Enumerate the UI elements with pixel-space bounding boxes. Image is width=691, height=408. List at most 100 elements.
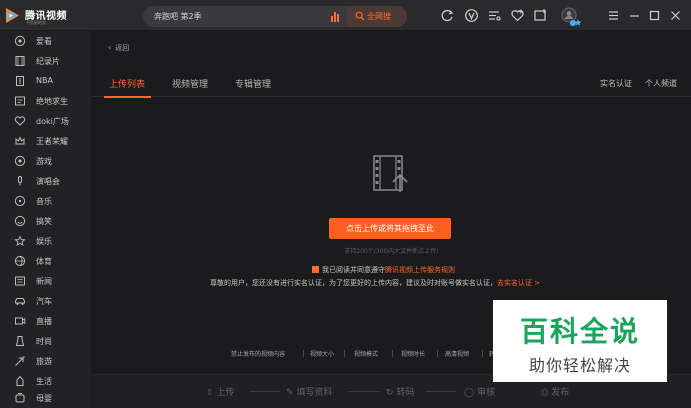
agree-text: 我已阅读并同意遵守 [322,266,385,274]
upload-button[interactable]: 点击上传或将其拖拽至此 [329,218,451,239]
sidebar-item-label: 母婴 [36,394,52,403]
sidebar-item-label: 游戏 [36,157,52,166]
sidebar-item-concert[interactable]: 演唱会 [0,171,92,191]
rule-divider [392,350,393,357]
baby-icon [14,392,26,404]
refresh-icon[interactable] [440,8,455,23]
car-icon [14,295,26,307]
tab-album-management[interactable]: 专辑管理 [235,77,271,90]
search-all-button[interactable]: 全网搜 [347,6,407,27]
search-input[interactable]: 奔跑吧 第2季 [154,11,202,22]
film-icon [14,55,26,67]
sidebar-item-nba[interactable]: NBA [0,71,92,91]
step-fill-info: ✎ 填写资料 [286,385,333,398]
publish-icon: ⎙ [541,388,549,398]
agreement-row[interactable]: 我已阅读并同意遵守腾讯视频上传服务规则 [312,265,455,275]
sidebar-item-honor-of-kings[interactable]: 王者荣耀 [0,131,92,151]
sidebar-item-fashion[interactable]: 时尚 [0,331,92,351]
crown-icon [14,135,26,147]
music-icon [14,195,26,207]
sidebar-item-cars[interactable]: 汽车 [0,291,92,311]
sidebar-item-label: 直播 [36,317,52,326]
user-avatar-icon[interactable] [560,6,582,28]
sidebar-item-music[interactable]: 音乐 [0,191,92,211]
review-icon: ◯ [464,388,475,398]
smile-icon [14,215,26,227]
tab-bar: 上传列表 视频管理 专辑管理 实名认证 个人频道 [92,69,691,98]
watermark-title: 百科全说 [519,315,640,348]
close-icon[interactable] [668,8,683,23]
sidebar-item-sports[interactable]: 体育 [0,251,92,271]
heart-add-icon[interactable] [510,8,525,23]
playlist-icon[interactable] [487,8,502,23]
sidebar-item-pubg[interactable]: 绝地求生 [0,91,92,111]
upload-support-text: 支持200个/30G内大文件断点上传! [344,248,439,255]
search-button-label: 全网搜 [367,12,391,21]
notice-text: 尊敬的用户，您还没有进行实名认证，为了您更好的上传内容，建议及时对账号做实名认证… [210,279,497,287]
ball-icon [14,255,26,267]
star-icon [14,235,26,247]
sidebar-item-label: 娱乐 [36,237,52,246]
real-name-notice: 尊敬的用户，您还没有进行实名认证，为了您更好的上传内容，建议及时对账号做实名认证… [210,278,540,288]
rule-link[interactable]: 视频模式 [354,349,378,358]
download-icon[interactable] [533,8,548,23]
tab-upload-list[interactable]: 上传列表 [109,77,145,90]
rule-link[interactable]: 视频时长 [401,349,425,358]
title-bar: 腾讯视频 不负好时光 奔跑吧 第2季 全网搜 [0,0,691,31]
sidebar-item-label: NBA [36,76,53,85]
app-logo[interactable]: 腾讯视频 不负好时光 [4,5,84,27]
vip-icon[interactable] [464,8,479,23]
sidebar-item-label: 体育 [36,257,52,266]
sidebar-item-doki[interactable]: doki广场 [0,111,92,131]
sidebar-item-label: 纪录片 [36,57,60,66]
step-transcode: ↻ 转码 [386,385,415,398]
upload-rules-link[interactable]: 腾讯视频上传服务规则 [385,266,455,274]
real-name-auth-link[interactable]: 实名认证 [600,78,632,89]
sidebar: 爱看 纪录片 NBA 绝地求生 doki广场 王者荣耀 游戏 演唱会 音乐 搞笑… [0,31,92,408]
menu-icon[interactable] [606,8,621,23]
step-connector [250,391,280,392]
sidebar-item-funny[interactable]: 搞笑 [0,211,92,231]
nba-icon [14,75,26,87]
rule-divider [482,350,483,357]
sidebar-item-games[interactable]: 游戏 [0,151,92,171]
step-connector [426,391,456,392]
sidebar-item-label: 新闻 [36,277,52,286]
search-bar[interactable]: 奔跑吧 第2季 全网搜 [143,6,407,27]
rule-divider [344,350,345,357]
step-label: 填写资料 [296,388,333,398]
gamepad-icon [14,155,26,167]
rule-link[interactable]: 禁止发布的视频内容 [231,349,285,358]
maximize-icon[interactable] [647,8,662,23]
agree-checkbox[interactable] [312,266,319,273]
rule-link[interactable]: 视频大小 [310,349,334,358]
go-real-name-link[interactable]: 去实名认证 > [497,279,540,287]
sidebar-item-label: 爱看 [36,37,52,46]
sidebar-item-travel[interactable]: 旅游 [0,351,92,371]
sidebar-item-label: 时尚 [36,337,52,346]
app-slogan: 不负好时光 [26,20,46,25]
rule-link[interactable]: 高清视频 [445,349,469,358]
sidebar-item-news[interactable]: 新闻 [0,271,92,291]
minimize-icon[interactable] [627,8,642,23]
tab-video-management[interactable]: 视频管理 [172,77,208,90]
step-label: 转码 [396,388,415,398]
rule-divider [303,350,304,357]
step-label: 审核 [477,388,496,398]
step-publish: ⎙ 发布 [541,385,569,398]
sidebar-item-label: 王者荣耀 [36,137,68,146]
sidebar-item-parenting[interactable]: 母婴 [0,388,92,408]
step-connector [348,391,380,392]
sidebar-item-aikan[interactable]: 爱看 [0,31,92,51]
rule-divider [437,350,438,357]
sidebar-item-live[interactable]: 直播 [0,311,92,331]
sidebar-item-documentary[interactable]: 纪录片 [0,51,92,71]
plane-icon [14,355,26,367]
watermark-subtitle: 助你轻松解决 [528,356,631,375]
sidebar-item-label: 汽车 [36,297,52,306]
sidebar-item-entertainment[interactable]: 娱乐 [0,231,92,251]
personal-channel-link[interactable]: 个人频道 [645,78,677,89]
hot-rank-icon[interactable] [330,11,340,22]
back-link[interactable]: ‹ 返回 [108,43,129,53]
sidebar-item-label: 搞笑 [36,217,52,226]
